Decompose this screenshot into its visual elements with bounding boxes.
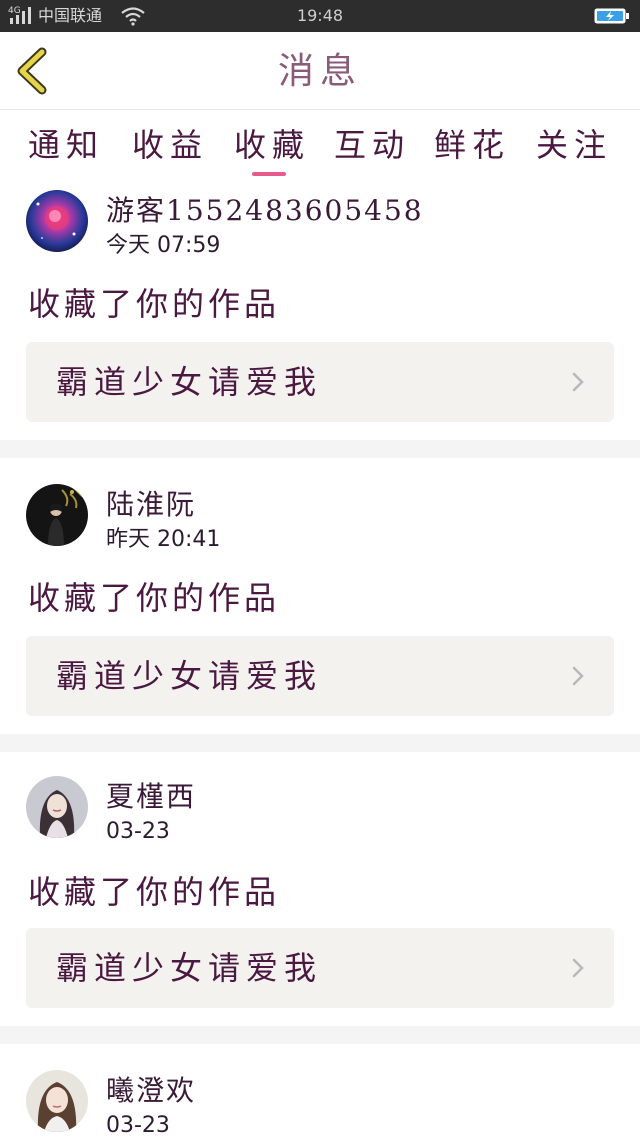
timestamp: 03-23 — [106, 819, 170, 844]
work-link[interactable]: 霸道少女请爱我 — [26, 636, 614, 716]
tab-bar: 通知 收益 收藏 互动 鲜花 关注 — [0, 112, 640, 178]
tab-notifications[interactable]: 通知 — [28, 122, 104, 168]
action-text: 收藏了你的作品 — [28, 579, 281, 617]
separator — [0, 734, 640, 752]
tab-interactions[interactable]: 互动 — [334, 122, 410, 168]
username[interactable]: 游客1552483605458 — [106, 194, 424, 228]
message-card: 游客1552483605458 今天 07:59 收藏了你的作品 霸道少女请爱我 — [0, 180, 640, 440]
girl-portrait-avatar-icon — [26, 776, 88, 838]
tab-following[interactable]: 关注 — [536, 122, 612, 168]
avatar[interactable] — [26, 484, 88, 546]
separator — [0, 1026, 640, 1044]
avatar[interactable] — [26, 776, 88, 838]
separator — [0, 440, 640, 458]
chevron-right-icon — [572, 958, 584, 978]
work-title: 霸道少女请爱我 — [56, 949, 323, 987]
chevron-right-icon — [572, 372, 584, 392]
work-title: 霸道少女请爱我 — [56, 657, 323, 695]
username[interactable]: 陆淮阮 — [106, 488, 196, 522]
work-link[interactable]: 霸道少女请爱我 — [26, 342, 614, 422]
active-tab-indicator — [252, 172, 286, 176]
page-title: 消息 — [277, 51, 362, 92]
timestamp: 今天 07:59 — [106, 233, 221, 258]
status-bar: 4G 中国联通 19:48 — [0, 0, 640, 32]
chevron-right-icon — [572, 666, 584, 686]
avatar[interactable] — [26, 190, 88, 252]
tab-flowers[interactable]: 鲜花 — [434, 122, 510, 168]
nav-header: 消息 — [0, 32, 640, 110]
username[interactable]: 曦澄欢 — [106, 1074, 196, 1108]
status-time: 19:48 — [296, 6, 344, 25]
galaxy-rose-avatar-icon — [26, 190, 88, 252]
avatar[interactable] — [26, 1070, 88, 1132]
action-text: 收藏了你的作品 — [28, 285, 281, 323]
message-card: 曦澄欢 03-23 — [0, 1044, 640, 1138]
work-title: 霸道少女请爱我 — [56, 363, 323, 401]
dark-portrait-avatar-icon — [26, 484, 88, 546]
action-text: 收藏了你的作品 — [28, 873, 281, 911]
message-card: 陆淮阮 昨天 20:41 收藏了你的作品 霸道少女请爱我 — [0, 458, 640, 734]
timestamp: 昨天 20:41 — [106, 527, 221, 552]
work-link[interactable]: 霸道少女请爱我 — [26, 928, 614, 1008]
username[interactable]: 夏槿西 — [106, 780, 196, 814]
woman-portrait-avatar-icon — [26, 1070, 88, 1132]
battery-charging-icon — [594, 8, 629, 24]
message-card: 夏槿西 03-23 收藏了你的作品 霸道少女请爱我 — [0, 752, 640, 1026]
tab-earnings[interactable]: 收益 — [132, 122, 208, 168]
tab-favorites[interactable]: 收藏 — [234, 122, 310, 168]
timestamp: 03-23 — [106, 1113, 170, 1138]
